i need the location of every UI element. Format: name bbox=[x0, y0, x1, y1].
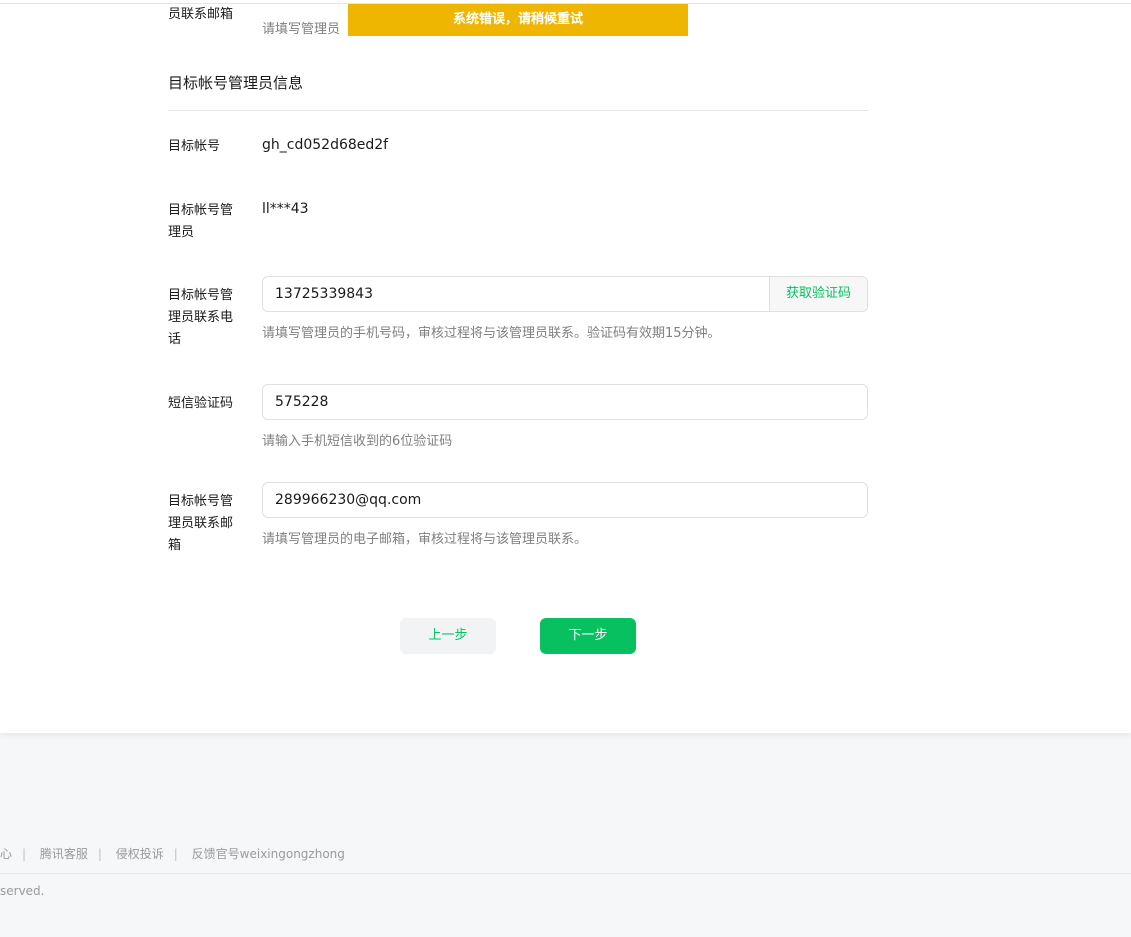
footer-link-infringement[interactable]: 侵权投诉 bbox=[116, 847, 164, 861]
email-hint: 请填写管理员的电子邮箱，审核过程将与该管理员联系。 bbox=[262, 532, 588, 547]
fragment-label: 员联系邮箱 bbox=[168, 7, 234, 22]
fragment-hint: 请填写管理员 bbox=[262, 22, 341, 37]
phone-input[interactable]: 13725339843 bbox=[263, 277, 769, 311]
account-value: gh_cd052d68ed2f bbox=[262, 137, 389, 153]
admin-label: 目标帐号管理员 bbox=[168, 203, 234, 240]
footer-links: 心 | 腾讯客服 | 侵权投诉 | 反馈官号weixingongzhong bbox=[0, 847, 345, 861]
section-divider bbox=[168, 110, 868, 111]
next-step-button[interactable]: 下一步 bbox=[540, 618, 636, 654]
account-label: 目标帐号 bbox=[168, 139, 221, 154]
email-label: 目标帐号管理员联系邮箱 bbox=[168, 494, 234, 553]
phone-hint: 请填写管理员的手机号码，审核过程将与该管理员联系。验证码有效期15分钟。 bbox=[262, 326, 721, 341]
sms-code-input[interactable]: 575228 bbox=[262, 384, 868, 420]
section-title: 目标帐号管理员信息 bbox=[168, 74, 304, 92]
get-code-button[interactable]: 获取验证码 bbox=[769, 277, 867, 311]
footer-divider bbox=[0, 873, 1131, 874]
footer-link-tencent-service[interactable]: 腾讯客服 bbox=[40, 847, 88, 861]
phone-label: 目标帐号管理员联系电话 bbox=[168, 288, 234, 347]
phone-input-group: 13725339843 获取验证码 bbox=[262, 276, 868, 312]
footer-link-feedback[interactable]: 反馈官号weixingongzhong bbox=[192, 847, 345, 861]
admin-value: ll***43 bbox=[262, 201, 309, 217]
sms-label: 短信验证码 bbox=[168, 396, 234, 411]
copyright: served. bbox=[0, 884, 45, 898]
email-input[interactable]: 289966230@qq.com bbox=[262, 482, 868, 518]
footer-link-center[interactable]: 心 bbox=[0, 847, 12, 861]
form-panel: 员联系邮箱 请填写管理员 目标帐号管理员信息 目标帐号 gh_cd052d68e… bbox=[0, 0, 1131, 733]
sms-hint: 请输入手机短信收到的6位验证码 bbox=[262, 434, 453, 449]
prev-step-button[interactable]: 上一步 bbox=[400, 618, 496, 654]
error-toast: 系统错误，请稍候重试 bbox=[348, 4, 688, 36]
